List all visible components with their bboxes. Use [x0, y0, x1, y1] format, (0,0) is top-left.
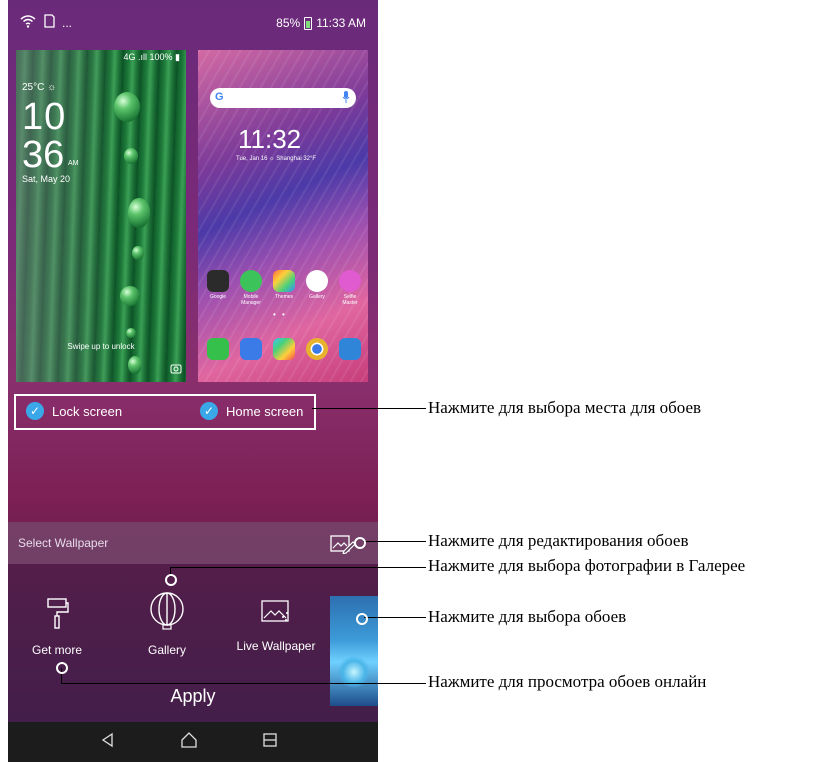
home-screen-label: Home screen [226, 403, 304, 419]
phone-icon [207, 338, 229, 360]
dock-play-store [270, 338, 298, 360]
water-drop [120, 286, 140, 306]
status-left: ... [20, 14, 72, 31]
apply-button[interactable]: Apply [8, 686, 378, 707]
get-more-label: Get more [31, 643, 82, 657]
live-wallpaper-label: Live Wallpaper [236, 639, 316, 653]
live-wallpaper-icon [230, 598, 322, 629]
recents-icon[interactable] [262, 732, 278, 753]
clock: 11:33 AM [316, 16, 366, 30]
app-icon [306, 270, 328, 292]
page-indicator: • • [273, 310, 287, 319]
callout-target-text: Нажмите для выбора места для обоев [428, 398, 702, 417]
wifi-icon [20, 14, 36, 31]
app-google: Google [204, 270, 232, 306]
water-drop [114, 92, 140, 122]
lock-screen-label: Lock screen [52, 403, 123, 419]
callout-dot-choose [356, 613, 368, 625]
camera-icon [339, 338, 361, 360]
google-logo: G [215, 91, 224, 103]
camera-icon [170, 362, 182, 377]
home-icon[interactable] [180, 732, 198, 753]
water-drop [126, 328, 136, 338]
app-gallery: Gallery [303, 270, 331, 306]
lock-weather: 25°C ☼ [22, 82, 57, 93]
battery-icon [304, 16, 313, 30]
app-themes: Themes [270, 270, 298, 306]
messages-icon [240, 338, 262, 360]
app-row: Google Mobile Manager Themes Gallery Sel… [204, 270, 364, 306]
mic-icon [342, 91, 350, 106]
home-date: Tue, Jan 16 ☼ Shanghai 32°F [236, 156, 317, 162]
app-icon [240, 270, 262, 292]
status-right: 85% 11:33 AM [276, 16, 366, 30]
home-screen-checkbox[interactable]: ✓ Home screen [200, 402, 303, 420]
check-icon: ✓ [200, 402, 218, 420]
swipe-hint: Swipe up to unlock [67, 342, 135, 351]
select-wallpaper-bar: Select Wallpaper [8, 522, 378, 564]
callout-dot-gallery [165, 574, 177, 586]
callout-line-choose [364, 617, 426, 618]
callout-edit-text: Нажмите для редактирования обоев [428, 531, 689, 550]
navigation-bar [8, 722, 378, 762]
edit-wallpaper-icon[interactable] [330, 534, 356, 559]
back-icon[interactable] [100, 732, 116, 753]
dock-camera [336, 338, 364, 360]
play-store-icon [273, 338, 295, 360]
app-mobile-manager: Mobile Manager [237, 270, 265, 306]
lock-screen-preview[interactable]: 4G .ıll 100% ▮ 25°C ☼ 10 36 AM Sat, May … [16, 50, 186, 382]
select-wallpaper-label: Select Wallpaper [18, 536, 109, 550]
callout-dot-edit [354, 537, 366, 549]
callout-choose-text: Нажмите для выбора обоев [428, 607, 627, 626]
gallery-label: Gallery [147, 643, 186, 657]
water-drop [128, 198, 150, 228]
lock-clock-minute: 36 [22, 134, 65, 176]
app-selfie-master: Selfie Master [336, 270, 364, 306]
battery-percent: 85% [276, 16, 301, 30]
callout-gallery-text: Нажмите для выбора фотографии в Галерее [428, 556, 746, 575]
check-icon: ✓ [26, 402, 44, 420]
app-icon [339, 270, 361, 292]
app-icon [207, 270, 229, 292]
lock-clock-ampm: AM [68, 160, 79, 167]
lock-status-bar: 4G .ıll 100% ▮ [123, 52, 180, 62]
lock-screen-checkbox[interactable]: ✓ Lock screen [26, 402, 122, 420]
dock [204, 338, 364, 360]
callout-line-edit [363, 541, 426, 542]
wallpaper-target-selector: ✓ Lock screen ✓ Home screen [14, 394, 316, 430]
lock-date: Sat, May 20 [22, 174, 71, 184]
dock-messages [237, 338, 265, 360]
sd-card-icon [42, 14, 56, 31]
dock-chrome [303, 338, 331, 360]
home-screen-preview[interactable]: G 11:32 Tue, Jan 16 ☼ Shanghai 32°F Goog… [198, 50, 368, 382]
dock-phone [204, 338, 232, 360]
gallery-button[interactable]: Gallery [132, 592, 202, 657]
home-clock: 11:32 [238, 124, 302, 154]
status-bar: ... 85% 11:33 AM [8, 0, 378, 46]
gallery-icon [132, 592, 202, 633]
phone-screen: ... 85% 11:33 AM 4G .ıll 100% ▮ 25°C ☼ 1… [8, 0, 378, 762]
live-wallpaper-button[interactable]: Live Wallpaper [230, 598, 322, 653]
paint-roller-icon [22, 598, 92, 633]
callout-line-online [61, 683, 426, 684]
app-icon [273, 270, 295, 292]
water-drop [128, 356, 142, 374]
google-search-bar: G [210, 88, 356, 108]
get-more-button[interactable]: Get more [22, 598, 92, 657]
chrome-icon [306, 338, 328, 360]
callout-online-text: Нажмите для просмотра обоев онлайн [428, 672, 707, 691]
callout-dot-online [56, 662, 68, 674]
callout-line-target [312, 408, 426, 409]
water-drop [124, 148, 138, 164]
more-notifications: ... [62, 15, 73, 30]
callout-line-gallery [170, 567, 426, 568]
water-drop [132, 246, 144, 260]
lock-clock-hour: 10 [22, 96, 67, 138]
